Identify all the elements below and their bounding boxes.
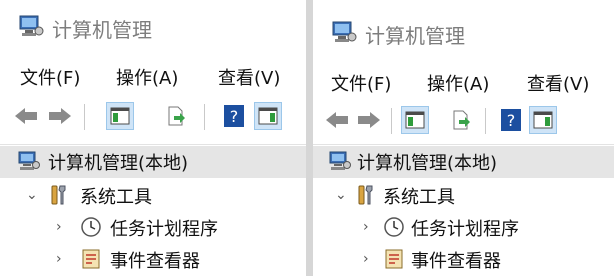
chevron-down-icon[interactable]: ⌄: [335, 187, 347, 203]
event-viewer-icon: [385, 249, 403, 269]
toolbar-separator: [485, 108, 486, 134]
back-arrow-icon: [15, 108, 37, 124]
clock-icon: [384, 217, 404, 237]
menu-file[interactable]: 文件(F): [331, 70, 391, 96]
show-console-tree-icon: [405, 111, 425, 129]
svg-text:?: ?: [230, 107, 239, 126]
panel-divider: [306, 0, 313, 276]
computer-management-icon: [329, 151, 351, 170]
show-action-pane-button[interactable]: [254, 102, 282, 130]
menu-bar: 文件(F) 操作(A) 查看(V): [0, 58, 306, 92]
tree-item-system-tools[interactable]: ⌄ 系统工具: [0, 180, 306, 212]
export-list-button[interactable]: [162, 102, 190, 130]
tree-item-task-scheduler[interactable]: › 任务计划程序: [0, 212, 306, 244]
chevron-down-icon[interactable]: ⌄: [26, 187, 38, 203]
back-button[interactable]: [12, 102, 40, 130]
chevron-right-icon[interactable]: ›: [363, 251, 369, 267]
tree-item-root[interactable]: 计算机管理(本地): [313, 146, 614, 178]
tree-label-task-scheduler: 任务计划程序: [110, 219, 218, 240]
tree-item-task-scheduler[interactable]: › 任务计划程序: [313, 212, 614, 244]
computer-management-window-left: 计算机管理 文件(F) 操作(A) 查看(V) ? 计算机管理(本地) ⌄ 系统…: [0, 0, 306, 276]
tree-item-root[interactable]: 计算机管理(本地): [0, 146, 306, 178]
tree-label-system-tools: 系统工具: [80, 187, 152, 208]
help-icon: ?: [224, 105, 244, 127]
show-action-pane-icon: [258, 107, 278, 125]
computer-management-icon: [332, 21, 357, 42]
help-icon: ?: [501, 109, 521, 131]
chevron-right-icon[interactable]: ›: [363, 219, 369, 235]
forward-arrow-icon: [49, 108, 71, 124]
clock-icon: [81, 217, 101, 237]
tree-divider: [313, 144, 614, 145]
show-console-tree-button[interactable]: [106, 102, 134, 130]
export-list-icon: [453, 110, 470, 130]
toolbar-separator: [84, 104, 85, 130]
tree-label-task-scheduler: 任务计划程序: [411, 219, 519, 240]
menu-action[interactable]: 操作(A): [427, 70, 489, 96]
show-action-pane-button[interactable]: [529, 106, 557, 134]
tree-item-system-tools[interactable]: ⌄ 系统工具: [313, 180, 614, 212]
tree-item-event-viewer[interactable]: › 事件查看器: [0, 244, 306, 276]
show-console-tree-button[interactable]: [401, 106, 429, 134]
export-list-button[interactable]: [447, 106, 475, 134]
menu-file[interactable]: 文件(F): [20, 64, 80, 90]
back-button[interactable]: [323, 106, 351, 134]
help-button[interactable]: ?: [220, 102, 248, 130]
toolbar-separator: [391, 108, 392, 134]
forward-arrow-icon: [358, 112, 380, 128]
tools-icon: [358, 185, 373, 205]
tree-item-event-viewer[interactable]: › 事件查看器: [313, 244, 614, 276]
help-button[interactable]: ?: [497, 106, 525, 134]
tools-icon: [51, 185, 66, 205]
menu-view[interactable]: 查看(V): [218, 64, 280, 90]
show-console-tree-icon: [110, 107, 130, 125]
console-tree: 计算机管理(本地) ⌄ 系统工具 › 任务计划程序 › 事件查看器: [313, 146, 614, 276]
back-arrow-icon: [326, 112, 348, 128]
menu-bar: 文件(F) 操作(A) 查看(V): [313, 64, 614, 98]
computer-management-icon: [19, 15, 44, 36]
tree-label-root: 计算机管理(本地): [48, 153, 189, 174]
forward-button[interactable]: [355, 106, 383, 134]
console-tree: 计算机管理(本地) ⌄ 系统工具 › 任务计划程序 › 事件查看器: [0, 146, 306, 276]
tree-divider: [0, 144, 306, 145]
show-action-pane-icon: [533, 111, 553, 129]
chevron-right-icon[interactable]: ›: [56, 219, 62, 235]
menu-action[interactable]: 操作(A): [116, 64, 178, 90]
tree-label-root: 计算机管理(本地): [357, 153, 498, 174]
tree-label-event-viewer: 事件查看器: [411, 251, 501, 272]
event-viewer-icon: [82, 249, 100, 269]
tree-label-event-viewer: 事件查看器: [110, 251, 200, 272]
forward-button[interactable]: [46, 102, 74, 130]
tree-label-system-tools: 系统工具: [383, 187, 455, 208]
toolbar: ?: [0, 98, 306, 138]
computer-management-icon: [18, 151, 40, 170]
title-bar: 计算机管理: [313, 0, 614, 52]
computer-management-window-right: 计算机管理 文件(F) 操作(A) 查看(V) ? 计算机管理(本地) ⌄ 系统…: [313, 0, 614, 276]
svg-text:?: ?: [507, 111, 516, 130]
menu-view[interactable]: 查看(V): [527, 70, 589, 96]
toolbar: ?: [313, 102, 614, 142]
export-list-icon: [168, 106, 185, 126]
window-title: 计算机管理: [52, 18, 152, 42]
chevron-right-icon[interactable]: ›: [56, 251, 62, 267]
toolbar-separator: [204, 104, 205, 130]
window-title: 计算机管理: [365, 24, 465, 48]
title-bar: 计算机管理: [0, 0, 306, 52]
